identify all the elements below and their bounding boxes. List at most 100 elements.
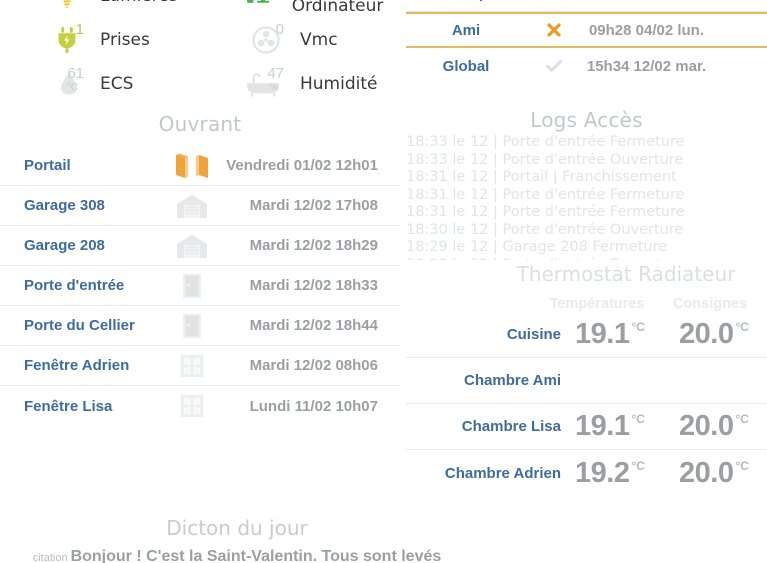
thermostat-consigne[interactable]: 20.0 °C [671,457,767,490]
status-cell-prises[interactable]: 1 Prises [0,19,200,61]
col-temperatures: Températures [549,296,645,312]
status-row: 1 Prises 0 Vmc [0,18,400,62]
thermostat-zone: Cuisine [506,326,561,343]
door-icon[interactable] [164,312,220,340]
status-value: 61 [67,65,84,82]
list-item[interactable]: Porte du Cellier Mardi 12/02 18h44 [0,306,400,346]
table-row[interactable]: Ami 09h28 04/02 lun. [406,12,767,48]
garage-icon[interactable] [164,232,220,260]
status-value: 47 [267,65,284,82]
thermostat-temperature: 19.1 °C [567,410,671,443]
status-unit: % [269,82,278,93]
consigne-value: 20.0 [679,456,734,489]
dashboard-page: Lumières PC-Ordinateur [0,0,767,563]
lightbulb-icon[interactable] [0,0,86,17]
thermostat-zone: Chambre Ami [464,372,561,389]
presence-time: 15h34 12/02 mar. [586,57,707,75]
table-row[interactable]: Chambre Adrien 19.2 °C 20.0 °C [406,450,767,496]
table-row[interactable]: Christophe 15h34 12/02 mar. [406,0,767,12]
table-row[interactable]: Chambre Lisa 19.1 °C 20.0 °C [406,404,767,450]
status-label: PC-Ordinateur [291,0,384,16]
temperature-unit: °C [631,458,645,473]
power-plug-icon[interactable]: 1 [0,19,86,61]
thermostat-panel: Thermostat Radiateur Températures Consig… [406,262,767,496]
log-entry: 18:30 le 12 | Porte d'entrée Ouverture [406,221,684,238]
bathtub-icon[interactable]: 47 % [200,63,286,105]
status-label: Vmc [300,30,338,50]
list-item[interactable]: Garage 208 Mardi 12/02 18h29 [0,226,400,266]
status-value: 1 [75,21,84,38]
status-cell-vmc[interactable]: 0 Vmc [200,19,400,61]
thermostat-consigne[interactable]: 20.0 °C [671,318,767,351]
list-item[interactable]: Portail Vendredi 01/02 12h01 [0,146,400,186]
ouvrant-time: Lundi 11/02 10h07 [249,397,378,415]
table-row[interactable]: Cuisine 19.1 °C 20.0 °C [406,312,767,358]
log-entry: 18:33 le 12 | Porte d'entrée Fermeture [406,134,685,150]
presence-name: Christophe [406,0,526,2]
ouvrant-name: Fenêtre Lisa [24,397,113,415]
ouvrant-time: Mardi 12/02 18h44 [249,317,378,334]
consigne-unit: °C [735,320,749,334]
temperature-value: 19.1 [575,410,630,442]
status-label: Lumières [86,0,178,6]
window-icon[interactable] [164,392,220,420]
list-item[interactable]: Fenêtre Adrien Mardi 12/02 08h06 [0,346,400,386]
consigne-value: 20.0 [679,318,734,350]
table-row[interactable]: Chambre Ami [406,358,767,404]
status-cell-pc[interactable]: PC-Ordinateur [200,0,400,17]
cross-icon[interactable] [526,21,582,39]
water-drop-icon[interactable]: 61 °C [0,63,86,105]
consigne-unit: °C [735,412,749,426]
garage-icon[interactable] [164,192,220,220]
check-icon[interactable] [526,56,582,76]
temperature-value: 19.2 [575,456,630,489]
thermostat-consigne[interactable]: 20.0 °C [671,410,767,443]
consigne-unit: °C [735,458,749,473]
col-consignes: Consignes [672,296,748,312]
status-cell-ecs[interactable]: 61 °C ECS [0,63,200,105]
presence-name: Ami [451,21,481,39]
status-cell-lumieres[interactable]: Lumières [0,0,200,17]
log-entry: 18:28 le 12 | Porte d'entrée Fermeture [406,257,767,261]
temperature-unit: °C [631,412,645,426]
ouvrant-name: Fenêtre Adrien [24,357,130,374]
log-entry: 18:31 le 12 | Porte d'entrée Fermeture [406,204,685,220]
list-item[interactable]: Fenêtre Lisa Lundi 11/02 10h07 [0,386,400,426]
thermostat-temperature: 19.2 °C [567,457,671,490]
ouvrant-time: Vendredi 01/02 12h01 [226,157,378,174]
check-icon[interactable] [711,0,767,4]
thermostat-temperature: 19.1 °C [567,318,671,351]
temperature-value: 19.1 [575,318,630,350]
ouvrant-time: Mardi 12/02 18h33 [249,277,378,294]
thermostat-title: Thermostat Radiateur [516,262,736,286]
check-icon[interactable] [526,0,582,4]
status-grid: Lumières PC-Ordinateur [0,0,400,106]
log-entry: 18:31 le 12 | Porte d'entrée Fermeture [406,186,685,203]
table-row[interactable]: Global 15h34 12/02 mar. [406,48,767,84]
presence-name: Global [442,57,490,75]
vmc-fan-icon[interactable]: 0 [200,19,286,61]
ouvrant-name: Porte d'entrée [24,277,125,294]
ouvrant-name: Garage 308 [24,197,105,214]
list-item[interactable]: Porte d'entrée Mardi 12/02 18h33 [0,266,400,306]
ouvrant-time: Mardi 12/02 08h06 [249,357,378,374]
presence-time: 09h28 04/02 lun. [588,21,705,39]
computer-icon[interactable] [200,0,278,17]
temperature-unit: °C [631,320,645,334]
list-item[interactable]: Garage 308 Mardi 12/02 17h08 [0,186,400,226]
log-entry: 18:29 le 12 | Garage 208 Fermeture [406,239,668,255]
ouvrant-time: Mardi 12/02 17h08 [249,197,378,214]
status-label: Humidité [300,74,378,94]
gate-icon[interactable] [164,151,220,181]
window-icon[interactable] [164,352,220,380]
thermostat-header: Températures Consignes [406,296,767,312]
status-cell-humidite[interactable]: 47 % Humidité [200,63,400,105]
dicton-title: Dicton du jour [166,516,308,540]
logs-panel: Logs Accès 18:33 le 12 | Porte d'entrée … [406,108,767,260]
door-icon[interactable] [164,272,220,300]
logs-title: Logs Accès [530,108,643,132]
dicton-cite-label: citation [32,552,68,563]
consigne-value: 20.0 [679,410,734,442]
ouvrant-name: Portail [24,157,71,174]
status-unit: °C [66,82,78,93]
